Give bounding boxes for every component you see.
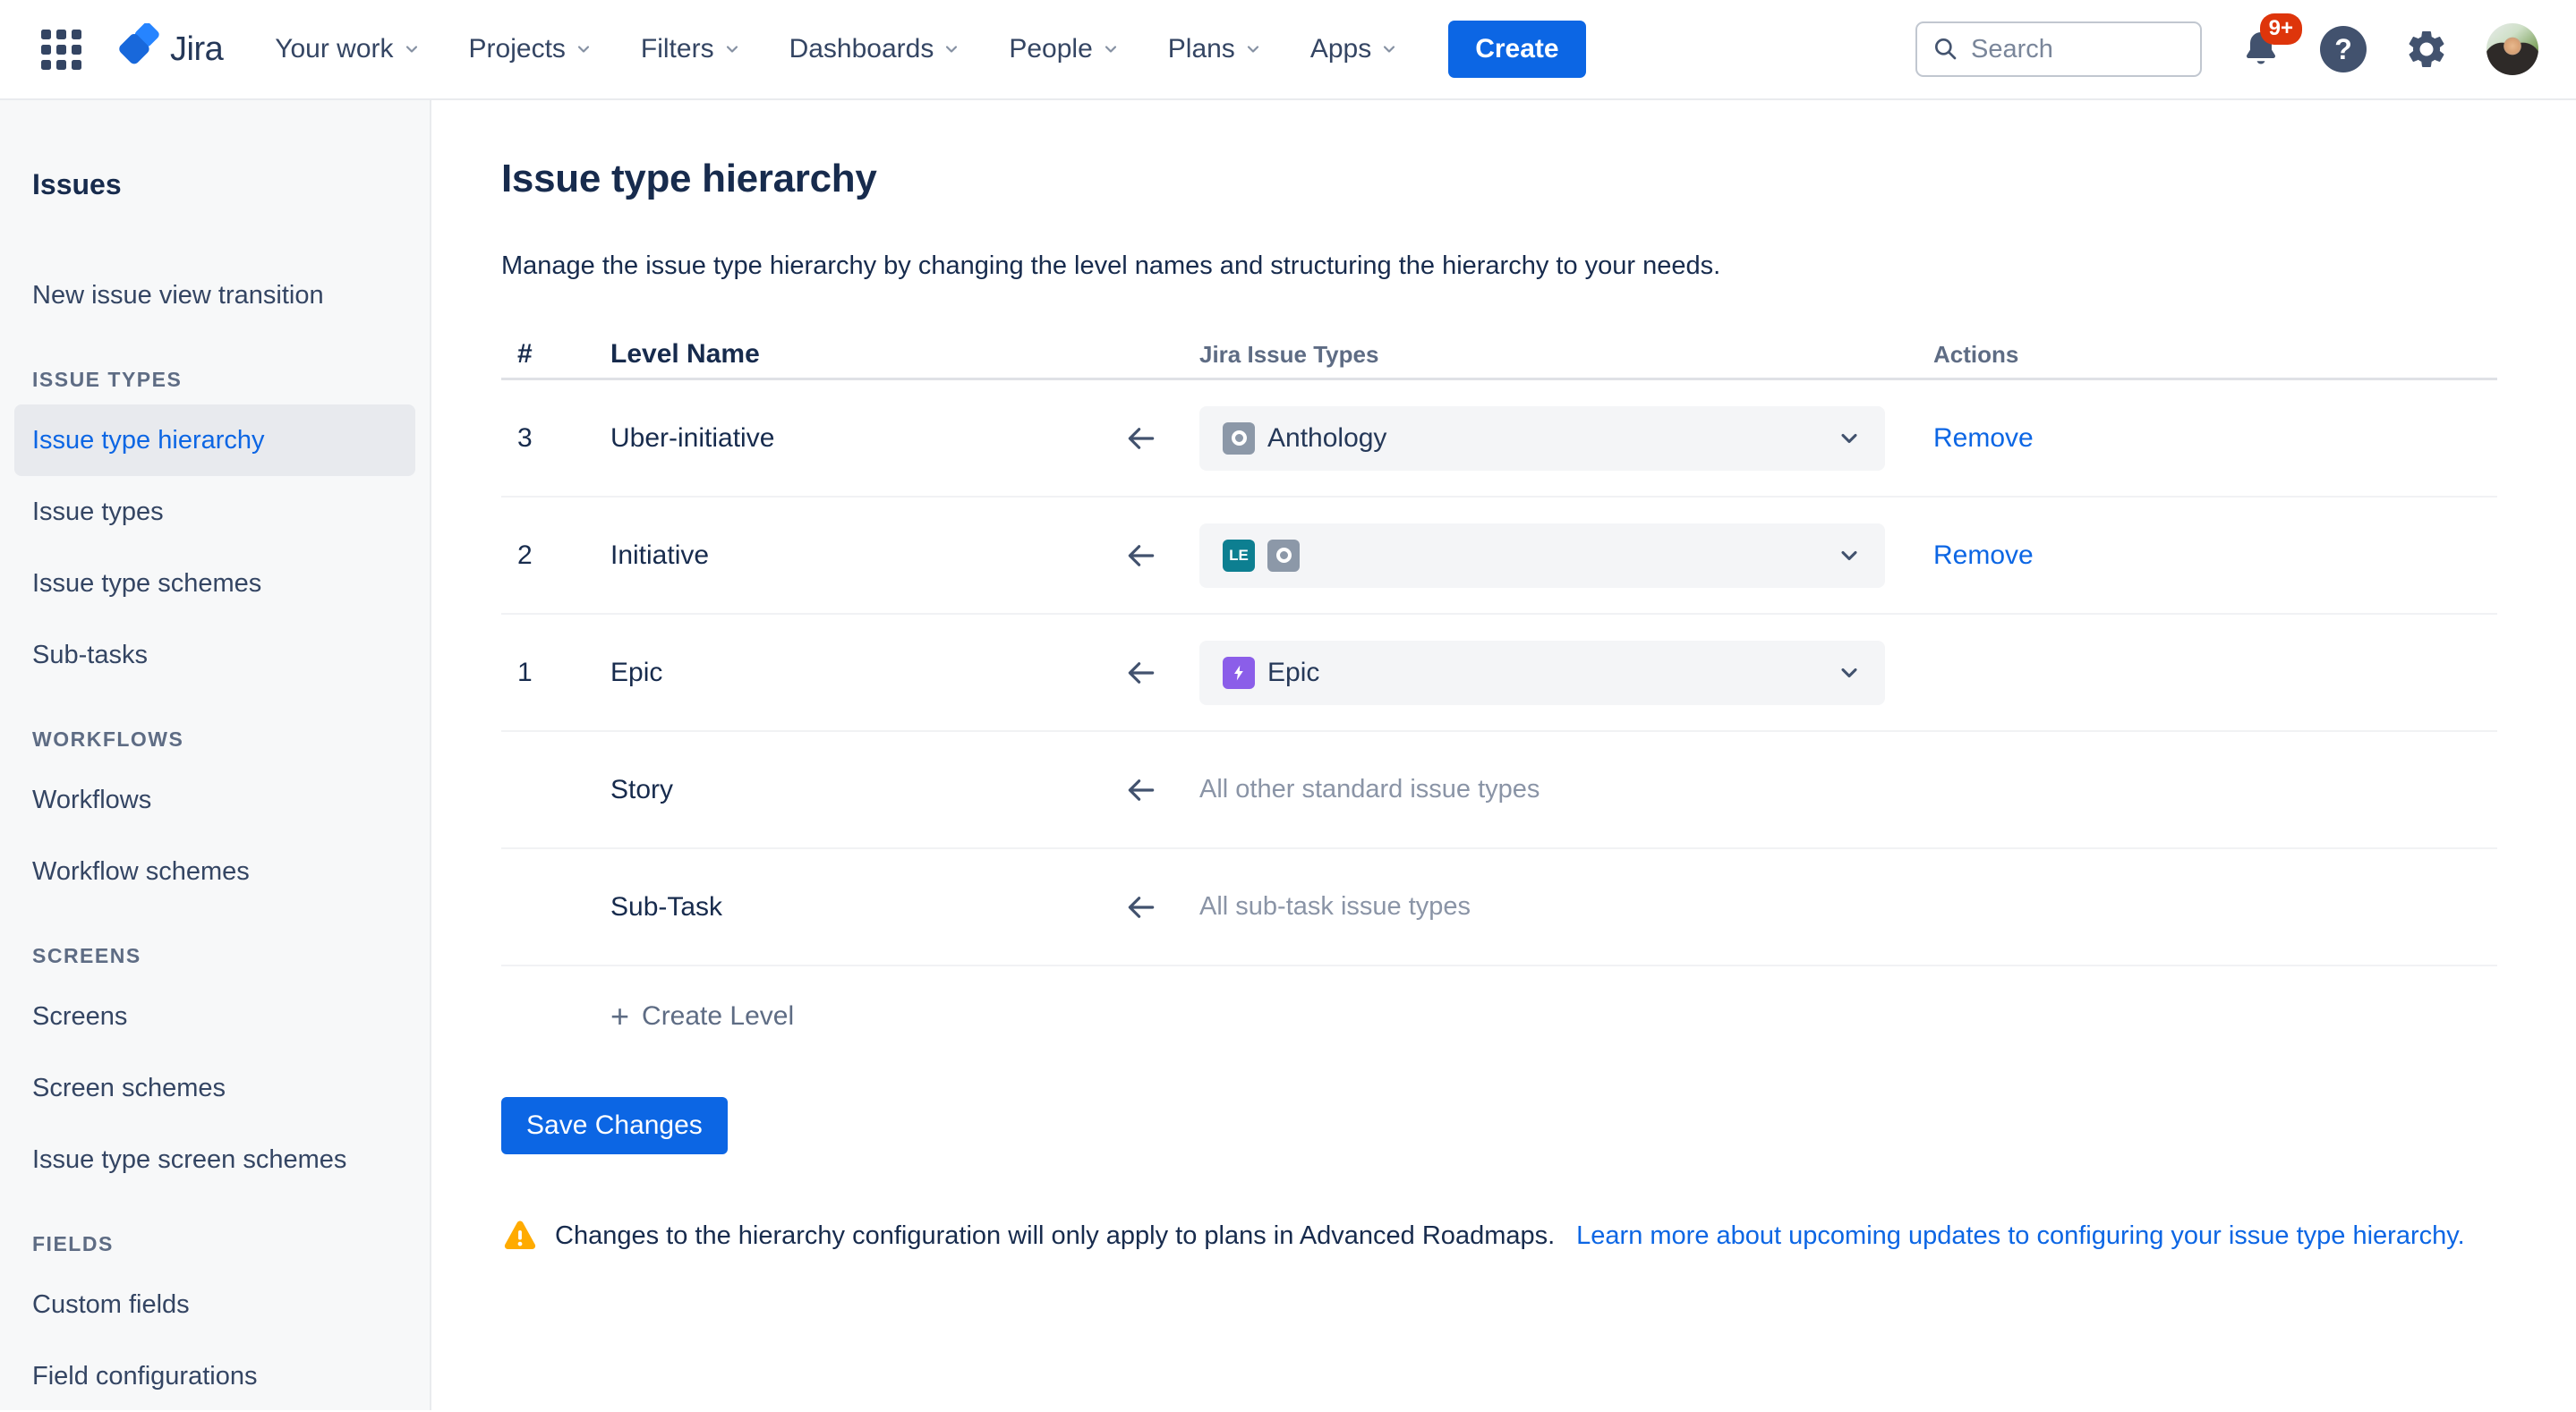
sidebar-title: Issues (14, 166, 415, 202)
app-switcher-icon[interactable] (38, 26, 84, 72)
sidebar-section-workflows: WORKFLOWS (14, 727, 415, 752)
dropdown-value: Epic (1267, 658, 1319, 688)
sidebar-section-issue-types: ISSUE TYPES (14, 367, 415, 392)
table-row-story: Story All other standard issue types (501, 732, 2497, 849)
left-arrow-icon (1124, 539, 1158, 573)
search-box[interactable] (1915, 21, 2202, 77)
column-header-number: # (501, 339, 600, 370)
sidebar-section-fields: FIELDS (14, 1231, 415, 1256)
help-icon: ? (2320, 26, 2367, 72)
plus-icon: + (610, 997, 629, 1036)
remove-level-link[interactable]: Remove (1933, 540, 2034, 571)
chevron-down-icon (1244, 40, 1262, 58)
left-arrow-icon (1124, 773, 1158, 807)
main-menubar: Your work Projects Filters Dashboards Pe… (275, 34, 1398, 64)
sidebar-item-workflow-schemes[interactable]: Workflow schemes (14, 836, 415, 907)
sidebar-item-screens[interactable]: Screens (14, 981, 415, 1052)
dropdown-value: Anthology (1267, 423, 1386, 454)
column-header-issue-types: Jira Issue Types (1199, 341, 1906, 369)
hierarchy-table: # Level Name Jira Issue Types Actions 3 … (501, 331, 2497, 1036)
level-name: Story (600, 775, 1083, 805)
save-changes-button[interactable]: Save Changes (501, 1097, 728, 1154)
issue-type-avatar-icon (1267, 540, 1300, 572)
sidebar-item-workflows[interactable]: Workflows (14, 764, 415, 836)
left-arrow-icon (1124, 890, 1158, 924)
menu-dashboards[interactable]: Dashboards (789, 34, 961, 64)
issue-types-static-text: All sub-task issue types (1199, 892, 1906, 922)
menu-plans[interactable]: Plans (1168, 34, 1262, 64)
left-arrow-icon (1124, 656, 1158, 690)
issue-types-dropdown[interactable]: Anthology (1199, 406, 1885, 471)
warning-icon (501, 1217, 539, 1255)
settings-gear-icon (2404, 27, 2449, 72)
table-row-initiative: 2 Initiative LE Remove (501, 498, 2497, 615)
menu-projects[interactable]: Projects (469, 34, 593, 64)
settings-button[interactable] (2404, 27, 2449, 72)
level-number: 1 (501, 658, 600, 688)
top-nav: Jira Your work Projects Filters Dashboar… (0, 0, 2576, 100)
sidebar-item-screen-schemes[interactable]: Screen schemes (14, 1052, 415, 1124)
sidebar-item-issue-type-schemes[interactable]: Issue type schemes (14, 548, 415, 619)
issue-type-avatar-icon (1223, 422, 1255, 455)
user-avatar[interactable] (2486, 23, 2538, 75)
sidebar-item-field-configurations[interactable]: Field configurations (14, 1340, 415, 1412)
jira-logo-icon (115, 23, 163, 76)
page-title: Issue type hierarchy (501, 156, 2576, 202)
menu-your-work[interactable]: Your work (275, 34, 420, 64)
chevron-down-icon (575, 40, 593, 58)
chevron-down-icon (943, 40, 960, 58)
table-row-epic: 1 Epic Epic (501, 615, 2497, 732)
table-header-row: # Level Name Jira Issue Types Actions (501, 331, 2497, 378)
warning-text: Changes to the hierarchy configuration w… (555, 1221, 1555, 1251)
warning-banner: Changes to the hierarchy configuration w… (501, 1217, 2576, 1255)
column-header-actions: Actions (1906, 341, 2497, 369)
sidebar-item-issue-type-screen-schemes[interactable]: Issue type screen schemes (14, 1124, 415, 1195)
search-icon (1932, 35, 1960, 64)
search-input[interactable] (1971, 35, 2177, 64)
left-arrow-icon (1124, 421, 1158, 455)
menu-filters[interactable]: Filters (641, 34, 741, 64)
chevron-down-icon (1102, 40, 1120, 58)
jira-logo-text: Jira (170, 30, 223, 69)
sidebar-item-custom-fields[interactable]: Custom fields (14, 1269, 415, 1340)
issue-types-dropdown[interactable]: LE (1199, 523, 1885, 588)
main-content: Issue type hierarchy Manage the issue ty… (431, 100, 2576, 1410)
sidebar-item-new-issue-view-transition[interactable]: New issue view transition (14, 259, 415, 331)
level-number: 3 (501, 423, 600, 454)
column-header-level-name: Level Name (600, 339, 1083, 370)
sidebar-item-issue-types[interactable]: Issue types (14, 476, 415, 548)
chevron-down-icon (723, 40, 741, 58)
menu-apps[interactable]: Apps (1310, 34, 1398, 64)
chevron-down-icon (1837, 543, 1862, 568)
level-name: Epic (600, 658, 1083, 688)
epic-bolt-icon (1223, 657, 1255, 689)
chevron-down-icon (403, 40, 421, 58)
page-description: Manage the issue type hierarchy by chang… (501, 251, 2576, 281)
settings-sidebar: Issues New issue view transition ISSUE T… (0, 100, 431, 1410)
sidebar-item-issue-type-hierarchy[interactable]: Issue type hierarchy (14, 404, 415, 476)
level-name: Initiative (600, 540, 1083, 571)
level-name: Sub-Task (600, 892, 1083, 923)
learn-more-link[interactable]: Learn more about upcoming updates to con… (1576, 1221, 2465, 1251)
issue-types-dropdown[interactable]: Epic (1199, 641, 1885, 705)
sidebar-item-sub-tasks[interactable]: Sub-tasks (14, 619, 415, 691)
chevron-down-icon (1380, 40, 1398, 58)
remove-level-link[interactable]: Remove (1933, 423, 2034, 454)
chevron-down-icon (1837, 660, 1862, 685)
chevron-down-icon (1837, 426, 1862, 451)
notifications-button[interactable]: 9+ (2239, 28, 2282, 71)
initiative-le-badge-icon: LE (1223, 540, 1255, 572)
table-row-sub-task: Sub-Task All sub-task issue types (501, 849, 2497, 966)
level-number: 2 (501, 540, 600, 571)
jira-logo[interactable]: Jira (115, 23, 223, 76)
table-row-uber-initiative: 3 Uber-initiative Anthology Remove (501, 380, 2497, 498)
sidebar-section-screens: SCREENS (14, 943, 415, 968)
create-level-button[interactable]: + Create Level (610, 997, 794, 1036)
help-button[interactable]: ? (2320, 26, 2367, 72)
issue-types-static-text: All other standard issue types (1199, 775, 1906, 804)
create-button[interactable]: Create (1448, 21, 1585, 78)
level-name: Uber-initiative (600, 423, 1083, 454)
notification-count-badge: 9+ (2260, 13, 2302, 45)
menu-people[interactable]: People (1009, 34, 1119, 64)
